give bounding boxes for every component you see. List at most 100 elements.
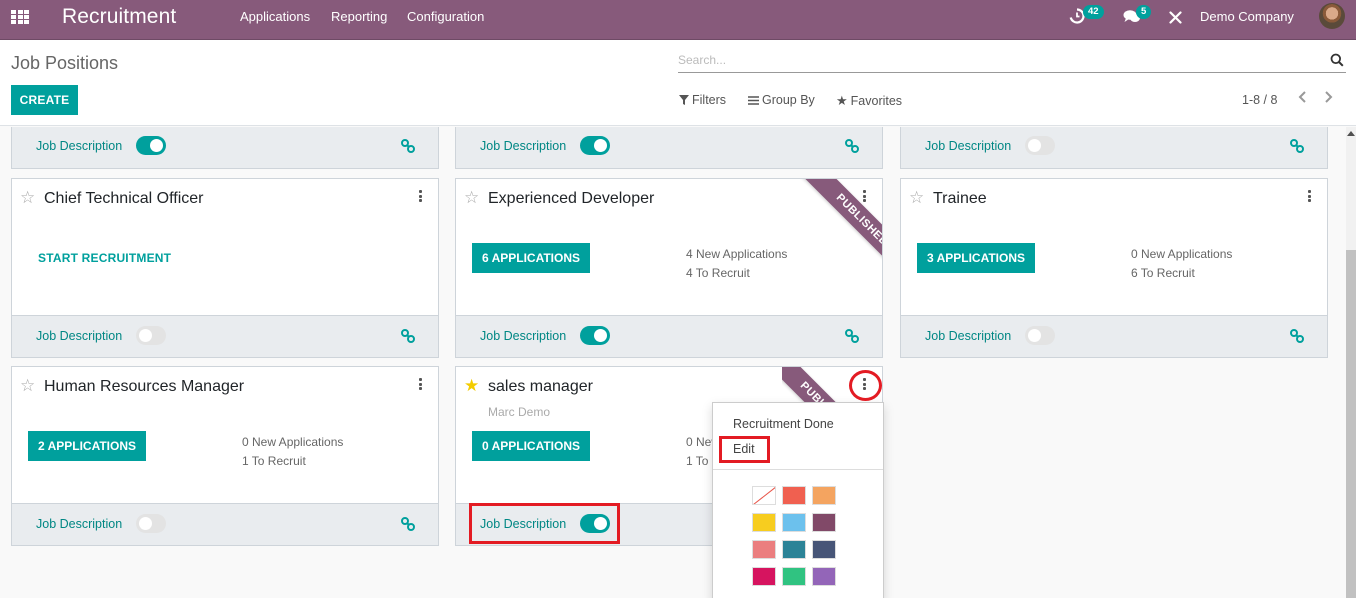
- applications-button[interactable]: 2 APPLICATIONS: [28, 431, 147, 461]
- color-swatch[interactable]: [782, 513, 806, 532]
- link-icon[interactable]: [844, 138, 860, 154]
- menu-configuration[interactable]: Configuration: [407, 9, 484, 24]
- color-swatch[interactable]: [752, 540, 776, 559]
- favorites-button[interactable]: ★ Favorites: [836, 93, 902, 109]
- favorite-star-icon[interactable]: ☆: [464, 189, 479, 206]
- color-picker: [752, 486, 836, 586]
- job-description-toggle[interactable]: [1025, 326, 1055, 345]
- search-icon[interactable]: [1330, 53, 1344, 67]
- job-title[interactable]: Human Resources Manager: [44, 378, 244, 396]
- job-description-toggle[interactable]: [1025, 136, 1055, 155]
- color-swatch[interactable]: [782, 540, 806, 559]
- published-ribbon: PUBLISHED: [782, 367, 846, 403]
- job-card-partial[interactable]: Job Description: [11, 127, 439, 169]
- new-applications-link[interactable]: 0 New Applications: [1131, 245, 1232, 264]
- job-card-partial[interactable]: Job Description: [455, 127, 883, 169]
- control-panel: Job Positions CREATE Filters Group By ★ …: [0, 40, 1356, 126]
- job-title[interactable]: Experienced Developer: [488, 190, 654, 208]
- job-description-toggle[interactable]: [580, 326, 610, 345]
- activity-button[interactable]: 42: [1069, 5, 1104, 29]
- pager-previous-button[interactable]: [1297, 90, 1307, 109]
- card-menu-button[interactable]: [1307, 190, 1311, 202]
- job-title[interactable]: sales manager: [488, 378, 593, 396]
- job-card[interactable]: ☆ Human Resources Manager 2 APPLICATIONS…: [11, 366, 439, 546]
- job-description-toggle[interactable]: [136, 514, 166, 533]
- favorite-star-icon[interactable]: ☆: [909, 189, 924, 206]
- user-avatar[interactable]: [1319, 3, 1345, 29]
- message-count-badge: 5: [1136, 5, 1152, 19]
- group-by-label: Group By: [762, 93, 815, 107]
- job-stats: 0 New Applications 1 To Recruit: [242, 433, 343, 471]
- color-swatch[interactable]: [782, 486, 806, 505]
- list-icon: [748, 95, 759, 105]
- menu-divider: [713, 469, 883, 470]
- page-title: Job Positions: [11, 53, 119, 73]
- color-swatch[interactable]: [812, 540, 836, 559]
- job-description-toggle[interactable]: [136, 326, 166, 345]
- job-card[interactable]: ☆ Chief Technical Officer START RECRUITM…: [11, 178, 439, 358]
- job-card-partial[interactable]: Job Description: [900, 127, 1328, 169]
- applications-button[interactable]: 0 APPLICATIONS: [472, 431, 591, 461]
- job-stats: 4 New Applications 4 To Recruit: [686, 245, 787, 283]
- pager-value[interactable]: 1-8 / 8: [1242, 93, 1277, 107]
- job-title[interactable]: Trainee: [933, 190, 987, 208]
- job-description-toggle[interactable]: [136, 136, 166, 155]
- link-icon[interactable]: [844, 328, 860, 344]
- job-description-label: Job Description: [925, 139, 1012, 153]
- job-card[interactable]: ☆ Trainee 3 APPLICATIONS 0 New Applicati…: [900, 178, 1328, 358]
- chevron-left-icon: [1298, 91, 1306, 103]
- color-swatch[interactable]: [752, 513, 776, 532]
- apps-grid-icon[interactable]: [11, 10, 29, 24]
- job-description-toggle[interactable]: [580, 136, 610, 155]
- color-swatch[interactable]: [812, 567, 836, 586]
- chevron-right-icon: [1325, 91, 1333, 103]
- company-switcher[interactable]: Demo Company: [1200, 9, 1294, 24]
- card-menu-button[interactable]: [862, 190, 866, 202]
- job-description-toggle[interactable]: [580, 514, 610, 533]
- job-card[interactable]: PUBLISHED ☆ Experienced Developer 6 APPL…: [455, 178, 883, 358]
- kanban-scrollbar[interactable]: [1346, 127, 1356, 598]
- menu-applications[interactable]: Applications: [240, 9, 310, 24]
- job-title[interactable]: Chief Technical Officer: [44, 190, 203, 208]
- scroll-thumb[interactable]: [1346, 250, 1356, 598]
- debug-tools-button[interactable]: [1169, 11, 1182, 29]
- published-ribbon-label: PUBLISHED: [801, 179, 882, 279]
- pager-next-button[interactable]: [1324, 90, 1334, 109]
- card-menu-button[interactable]: [418, 190, 422, 202]
- menu-reporting[interactable]: Reporting: [331, 9, 387, 24]
- menu-item-edit[interactable]: Edit: [733, 442, 755, 456]
- color-swatch[interactable]: [782, 567, 806, 586]
- link-icon[interactable]: [400, 328, 416, 344]
- group-by-button[interactable]: Group By: [748, 93, 815, 107]
- favorite-star-icon[interactable]: ☆: [20, 377, 35, 394]
- messages-button[interactable]: 5: [1123, 5, 1152, 29]
- start-recruitment-button[interactable]: START RECRUITMENT: [38, 251, 171, 265]
- favorite-star-icon[interactable]: ★: [464, 377, 479, 394]
- color-swatch-none[interactable]: [752, 486, 776, 505]
- color-swatch[interactable]: [812, 513, 836, 532]
- new-applications-link[interactable]: 0 New Applications: [242, 433, 343, 452]
- card-menu-button[interactable]: [418, 378, 422, 390]
- link-icon[interactable]: [1289, 138, 1305, 154]
- color-swatch[interactable]: [812, 486, 836, 505]
- create-button[interactable]: CREATE: [11, 85, 78, 115]
- card-dropdown-menu: Recruitment Done Edit: [712, 402, 884, 598]
- link-icon[interactable]: [400, 138, 416, 154]
- applications-button[interactable]: 3 APPLICATIONS: [917, 243, 1036, 273]
- card-menu-button[interactable]: [862, 378, 866, 390]
- applications-button[interactable]: 6 APPLICATIONS: [472, 243, 591, 273]
- kanban-view: Job Description Job Description Job Desc…: [0, 127, 1346, 598]
- scroll-up-arrow-icon[interactable]: [1347, 131, 1355, 136]
- filters-button[interactable]: Filters: [679, 93, 726, 107]
- link-icon[interactable]: [400, 516, 416, 532]
- menu-item-recruitment-done[interactable]: Recruitment Done: [733, 417, 834, 431]
- job-description-label: Job Description: [480, 139, 567, 153]
- link-icon[interactable]: [1289, 328, 1305, 344]
- search-input[interactable]: [678, 49, 1318, 71]
- new-applications-link[interactable]: 4 New Applications: [686, 245, 787, 264]
- color-swatch[interactable]: [752, 567, 776, 586]
- filters-label: Filters: [692, 93, 727, 107]
- job-description-label: Job Description: [925, 329, 1012, 343]
- job-description-label: Job Description: [36, 517, 123, 531]
- favorite-star-icon[interactable]: ☆: [20, 189, 35, 206]
